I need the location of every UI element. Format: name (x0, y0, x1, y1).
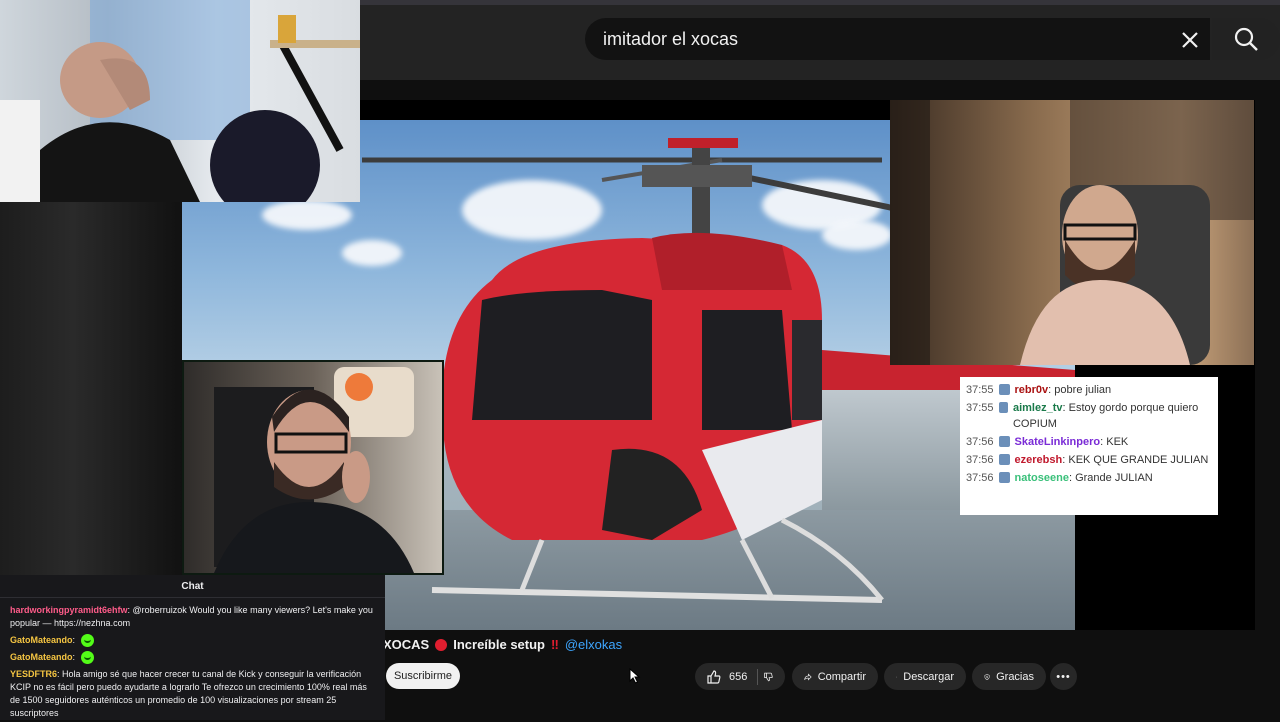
overlay-chat-message: 37:56 SkateLinkinpero: KEK (960, 434, 1218, 450)
overlay-chat-list: 37:55 rebr0v: pobre julian 37:55 aimlez_tv:… (960, 382, 1218, 486)
more-icon: ••• (1056, 670, 1071, 683)
emote-icon (80, 651, 94, 665)
double-exclamation-icon: ‼ (550, 637, 559, 652)
overlay-chat-message: 37:55 aimlez_tv: Estoy gordo porque quier… (960, 400, 1218, 432)
message-text: Grande JULIAN (1075, 472, 1153, 484)
chat-username[interactable]: YESDFTR6 (10, 669, 57, 679)
chat-message: GatoMateando: (0, 649, 385, 666)
chat-text: Hola amigo sé que hacer crecer tu canal … (10, 669, 367, 719)
overlay-chat-message: 37:56 ezerebsh: KEK QUE GRANDE JULIAN (960, 452, 1218, 468)
username: natoseene (1014, 472, 1069, 484)
share-button[interactable]: Compartir (792, 663, 878, 690)
timestamp: 37:55 (966, 402, 994, 414)
timestamp: 37:56 (966, 472, 994, 484)
timestamp: 37:55 (966, 384, 994, 396)
thanks-label: Gracias (996, 670, 1034, 683)
share-icon (804, 672, 812, 681)
guest-webcam (890, 100, 1254, 365)
guest-webcam-image (890, 100, 1254, 365)
share-label: Compartir (817, 670, 866, 683)
chat-message: hardworkingpyramidt6ehfw: @roberruizok W… (10, 605, 373, 628)
search-query: imitador el xocas (603, 28, 739, 49)
message-body: rebr0v: pobre julian (1014, 384, 1112, 396)
more-actions-button[interactable]: ••• (1050, 663, 1077, 690)
thumbs-up-icon (707, 669, 721, 684)
header-divider (360, 0, 1280, 5)
chat-title: Chat (0, 575, 385, 598)
left-dark-panel (0, 200, 182, 580)
close-icon[interactable] (1172, 24, 1208, 56)
timestamp: 37:56 (966, 436, 994, 448)
overlay-chat-message: 37:55 rebr0v: pobre julian (960, 382, 1218, 398)
inset-webcam (182, 360, 444, 575)
thanks-button[interactable]: Gracias (972, 663, 1046, 690)
chat-message: GatoMateando: (0, 632, 385, 649)
emote-icon (80, 634, 94, 648)
download-button[interactable]: Descargar (884, 663, 966, 690)
like-button[interactable]: 656 (707, 669, 748, 684)
chat-username[interactable]: hardworkingpyramidt6ehfw (10, 605, 128, 615)
username: SkateLinkinpero (1014, 436, 1101, 448)
message-text: KEK (1106, 436, 1129, 448)
stream-chat-panel: Chat hardworkingpyramidt6ehfw: @roberrui… (0, 575, 385, 720)
message-text: KEK QUE GRANDE JULIAN (1068, 454, 1209, 466)
host-webcam (0, 0, 360, 202)
thumbs-down-icon[interactable] (764, 670, 773, 684)
chat-message-list: hardworkingpyramidt6ehfw: @roberruizok W… (0, 598, 385, 722)
super-thanks-icon (984, 673, 990, 680)
download-label: Descargar (903, 670, 954, 683)
badge-icon (998, 384, 1010, 395)
chat-username[interactable]: GatoMateando (10, 635, 73, 645)
badge-icon (998, 472, 1010, 483)
badge-icon (998, 454, 1010, 465)
message-body: ezerebsh: KEK QUE GRANDE JULIAN (1014, 454, 1209, 466)
like-dislike-group: 656 (695, 663, 785, 690)
video-title: Increíble setup (453, 637, 545, 652)
timestamp: 37:56 (966, 454, 994, 466)
mouse-cursor-icon (629, 668, 641, 684)
search-icon (1234, 27, 1258, 51)
chat-username[interactable]: GatoMateando (10, 652, 73, 662)
search-button[interactable] (1212, 18, 1280, 60)
channel-handle[interactable]: @elxokas (565, 637, 622, 652)
search-input[interactable]: imitador el xocas (585, 18, 1210, 60)
username: aimlez_tv (1012, 402, 1063, 414)
chat-message: YESDFTR6: Hola amigo sé que hacer crecer… (10, 669, 367, 719)
download-icon (896, 675, 898, 678)
username: rebr0v (1014, 384, 1049, 396)
divider (757, 668, 758, 685)
badge-icon (998, 402, 1008, 413)
badge-icon (998, 436, 1010, 447)
message-body: SkateLinkinpero: KEK (1014, 436, 1129, 448)
inset-webcam-image (214, 367, 414, 573)
channel-name[interactable]: XOCAS (383, 637, 429, 652)
overlay-chat: 37:55 rebr0v: pobre julian 37:55 aimlez_tv:… (960, 377, 1218, 515)
video-title-row: XOCAS Increíble setup ‼ @elxokas (383, 637, 622, 652)
like-count: 656 (729, 670, 748, 683)
overlay-chat-message: 37:56 natoseene: Grande JULIAN (960, 470, 1218, 486)
message-body: aimlez_tv: Estoy gordo porque quiero COP… (1012, 402, 1199, 430)
subscribe-button[interactable]: Suscribirme (386, 663, 460, 689)
host-webcam-image (0, 0, 360, 202)
subscribe-label: Suscribirme (393, 670, 453, 682)
red-dot-icon (435, 638, 448, 651)
username: ezerebsh (1014, 454, 1063, 466)
message-body: natoseene: Grande JULIAN (1014, 472, 1153, 484)
message-text: pobre julian (1054, 384, 1112, 396)
